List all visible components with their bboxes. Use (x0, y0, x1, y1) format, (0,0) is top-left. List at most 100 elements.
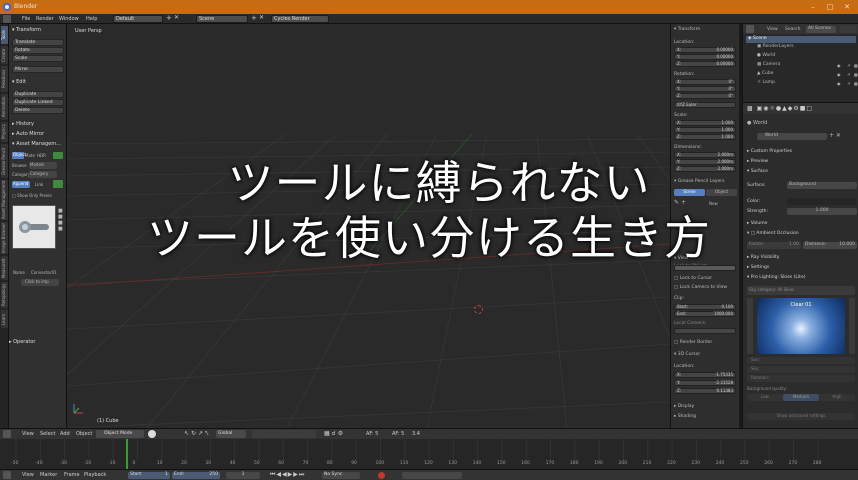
3d-cursor-icon[interactable] (474, 305, 483, 314)
menu-render[interactable]: Render (36, 16, 54, 22)
custom-properties-header[interactable]: ▸ Custom Properties (747, 149, 792, 154)
location-y-field[interactable]: Y: 0.00000 (674, 54, 736, 60)
outliner-editor-type-icon[interactable] (746, 25, 754, 33)
viewport-editor-type-icon[interactable] (3, 430, 11, 438)
outliner-item-world[interactable]: ● World (757, 53, 775, 58)
scene-selector[interactable]: Scene (196, 15, 248, 23)
editor-type-icon[interactable] (3, 15, 11, 23)
scale-z-field[interactable]: Z: 1.000 (674, 134, 736, 140)
duplicate-linked-button[interactable]: Duplicate Linked (12, 99, 64, 106)
manipulator-icons[interactable]: ↖↻↗⤣ (184, 430, 210, 438)
show-advanced-button[interactable]: Show advanced settings (747, 413, 855, 420)
transform-panel-header[interactable]: ▾ Transform (12, 27, 41, 33)
clip-start-field[interactable]: Start: 0.100 (674, 304, 736, 310)
outliner-item-lamp[interactable]: ☼ Lamp (757, 80, 775, 85)
scale-y-field[interactable]: Y: 1.000 (674, 127, 736, 133)
start-frame-field[interactable]: Start: 1 (128, 472, 170, 479)
menu-window[interactable]: Window (59, 16, 79, 22)
tab-physics[interactable]: Physics (1, 122, 8, 142)
cursor-z-field[interactable]: Z: 0.11383 (674, 388, 736, 394)
close-icon[interactable]: ✕ (842, 2, 852, 12)
outliner-search-menu[interactable]: Search (785, 27, 800, 32)
pro-lighting-header[interactable]: ▾ Pro Lighting: Skies (Lite) (747, 275, 805, 280)
world-datablock-field[interactable]: World (757, 133, 827, 140)
outliner-display-mode[interactable]: All Scenes (806, 26, 836, 33)
renderable-camera-icon[interactable]: ▩ ▩ ▩ (854, 61, 858, 88)
cursor-x-field[interactable]: X: -1.75335 (674, 372, 736, 378)
rotation-z-field[interactable]: Z: 0° (674, 93, 736, 99)
visibility-eye-icon[interactable]: ◉ ◉ ◉ (837, 61, 841, 88)
sync-mode-dropdown[interactable]: No Sync (322, 472, 360, 479)
click-to-import-button[interactable]: Click to imp (21, 279, 59, 286)
timeline[interactable]: -50 -40 -30 -20 -10 0 10 20 30 40 50 60 70 80 90 100 110… (0, 439, 858, 469)
location-z-field[interactable]: Z: 0.00000 (674, 61, 736, 67)
outliner-item-renderlayers[interactable]: ▣ RenderLayers (757, 44, 794, 49)
history-panel-header[interactable]: ▸ History (12, 121, 34, 127)
location-x-field[interactable]: X: 0.00000 (674, 47, 736, 53)
current-frame-field[interactable]: 1 (226, 472, 260, 479)
tab-retopology[interactable]: Retopology (1, 282, 8, 308)
delete-button[interactable]: Delete (12, 107, 64, 114)
world-add-icon[interactable]: + ✕ (829, 132, 841, 139)
menu-add[interactable]: Add (60, 431, 70, 437)
lock-to-cursor-checkbox[interactable]: □ Lock to Cursor (674, 276, 712, 281)
clip-end-field[interactable]: End: 1000.000 (674, 311, 736, 317)
timeline-menu-marker[interactable]: Marker (40, 472, 57, 478)
tab-create[interactable]: Create (1, 46, 8, 64)
auto-mirror-panel-header[interactable]: ▸ Auto Mirror (12, 131, 44, 137)
render-engine-selector[interactable]: Cycles Render (271, 15, 329, 23)
sky-category-dropdown[interactable]: Sky category: All Skies (747, 286, 855, 295)
remove-layout-icon[interactable]: ✕ (174, 14, 179, 21)
playback-controls-icons[interactable]: ⏮◀◀▶▶⏭ (270, 471, 305, 479)
scale-x-field[interactable]: X: 1.000 (674, 120, 736, 126)
asset-management-panel-header[interactable]: ▾ Asset Managem... (12, 141, 61, 147)
outliner-view-menu[interactable]: View (767, 27, 778, 32)
transform-orientation-dropdown[interactable]: Global (216, 430, 246, 438)
outliner-item-camera[interactable]: ▩ Camera (757, 62, 780, 67)
translate-button[interactable]: Translate (12, 39, 64, 46)
rotate-button[interactable]: Rotate (12, 47, 64, 54)
mode-selector[interactable]: Object Mode (96, 430, 144, 438)
snap-setting-1[interactable]: AF: 5 (366, 431, 378, 437)
mirror-button[interactable]: Mirror (12, 66, 64, 73)
timeline-menu-view[interactable]: View (22, 472, 34, 478)
snap-icons[interactable]: ▦☌⚙ (324, 430, 345, 437)
properties-context-icons[interactable]: ▩ ▣◉☼●▲◆⚙■□ (747, 105, 813, 112)
edit-panel-header[interactable]: ▾ Edit (12, 79, 26, 85)
render-border-checkbox[interactable]: □ Render Border (674, 340, 712, 345)
operator-panel-header[interactable]: ▸ Operator (9, 339, 36, 345)
menu-help[interactable]: Help (86, 16, 97, 22)
add-layout-icon[interactable]: + (166, 14, 172, 22)
timeline-editor-type-icon[interactable] (3, 471, 11, 479)
quality-low-button[interactable]: Low (747, 394, 783, 401)
tab-tools[interactable]: Tools (1, 26, 8, 44)
sky-prev-button[interactable] (747, 298, 753, 354)
lock-camera-checkbox[interactable]: □ Lock Camera to View (674, 285, 727, 290)
snap-setting-2[interactable]: AF: 5 (392, 431, 404, 437)
sky-sun-slider[interactable]: Sun: (747, 357, 855, 364)
outliner-item-scene[interactable]: ◈ Scene (746, 36, 856, 43)
menu-select[interactable]: Select (40, 431, 55, 437)
rotation-mode-dropdown[interactable]: XYZ Euler (674, 102, 736, 108)
timeline-menu-frame[interactable]: Frame (64, 472, 80, 478)
rotation-y-field[interactable]: Y: 0° (674, 86, 736, 92)
keying-set-dropdown[interactable] (402, 472, 462, 479)
sky-next-button[interactable] (849, 298, 855, 354)
duplicate-button[interactable]: Duplicate (12, 91, 64, 98)
viewport-shading-icon[interactable] (148, 430, 156, 438)
cursor-y-field[interactable]: Y: -2.31528 (674, 380, 736, 386)
menu-view[interactable]: View (22, 431, 34, 437)
remove-scene-icon[interactable]: ✕ (259, 14, 264, 21)
menu-file[interactable]: File (22, 16, 30, 22)
selectable-arrow-icon[interactable]: ↗ ↗ ↗ (847, 61, 850, 88)
tab-relations[interactable]: Relations (1, 66, 8, 92)
add-scene-icon[interactable]: + (251, 14, 257, 22)
sky-preview-image[interactable]: Clear 01 (757, 298, 845, 354)
end-frame-field[interactable]: End: 250 (172, 472, 220, 479)
outliner-search-input[interactable] (839, 26, 857, 33)
3d-cursor-panel-header[interactable]: ▾ 3D Cursor (674, 352, 700, 357)
sky-rotation-slider[interactable]: Rotation: (747, 375, 855, 382)
tab-learn[interactable]: Learn (1, 310, 8, 328)
record-icon[interactable] (378, 472, 385, 479)
lock-object-field[interactable] (674, 265, 736, 271)
